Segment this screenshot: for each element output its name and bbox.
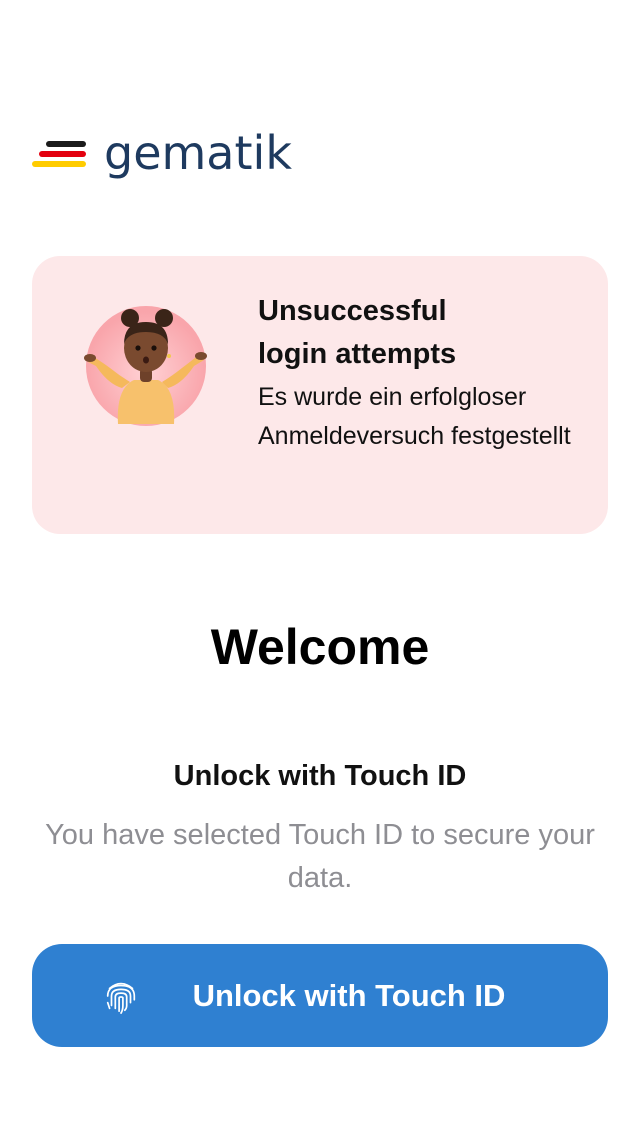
shrugging-person-illustration bbox=[84, 306, 207, 426]
welcome-title: Welcome bbox=[210, 619, 430, 675]
alert-title: Unsuccessful login attempts bbox=[258, 295, 457, 370]
unlock-with-touch-id-button[interactable]: Unlock with Touch ID bbox=[32, 944, 608, 1047]
alert-message: Es wurde ein erfolgloser Anmeldeversuch … bbox=[258, 383, 571, 450]
logo-wordmark: gematik bbox=[104, 126, 292, 180]
logo-stripes-icon bbox=[32, 133, 86, 173]
unlock-button-label: Unlock with Touch ID bbox=[192, 977, 506, 1013]
unlock-description: You have selected Touch ID to secure you… bbox=[45, 819, 595, 894]
unlock-heading: Unlock with Touch ID bbox=[173, 760, 467, 792]
login-screen: gematik Unsuccessful login attempts Es w… bbox=[0, 0, 640, 1136]
gematik-logo: gematik bbox=[32, 118, 292, 188]
unsuccessful-login-alert: Unsuccessful login attempts Es wurde ein… bbox=[32, 256, 608, 534]
alert-text-block: Unsuccessful login attempts Es wurde ein… bbox=[258, 290, 594, 456]
